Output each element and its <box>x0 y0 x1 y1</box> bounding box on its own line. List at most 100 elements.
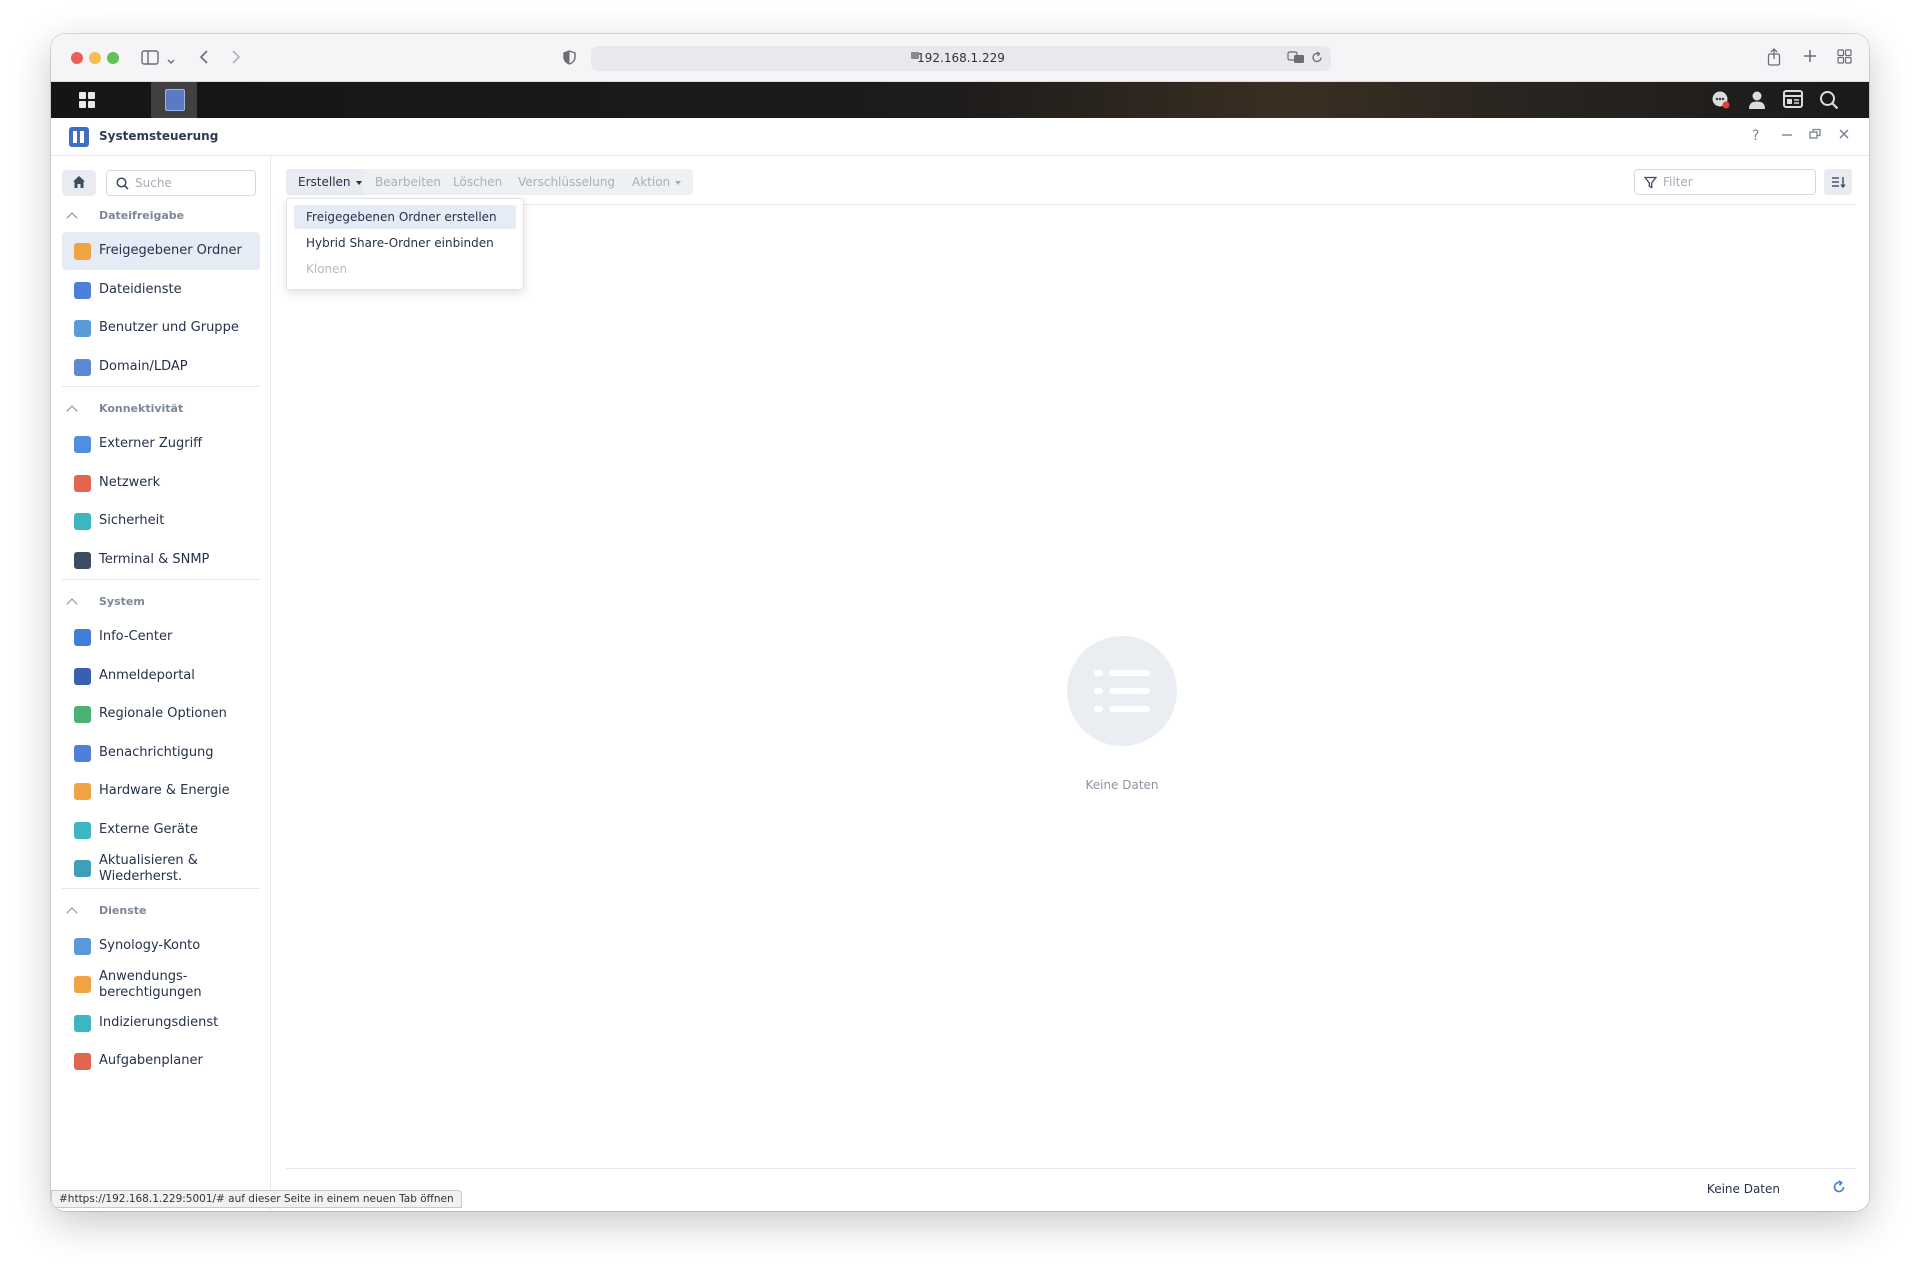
search-input[interactable] <box>135 174 250 192</box>
section-header-2[interactable]: System <box>51 594 271 614</box>
new-tab-icon[interactable] <box>1803 49 1817 66</box>
search-icon <box>116 177 129 190</box>
sidebar-item-2-3[interactable]: Benachrichtigung <box>62 734 260 772</box>
zoom-window-button[interactable] <box>107 52 119 64</box>
sidebar-item-0-3[interactable]: Domain/LDAP <box>62 348 260 386</box>
notification-icon <box>74 744 91 762</box>
close-window-button[interactable] <box>71 52 83 64</box>
sort-icon <box>1832 177 1846 189</box>
delete-label: Löschen <box>453 175 503 189</box>
sidebar-item-2-0[interactable]: Info-Center <box>62 618 260 656</box>
shield-icon <box>74 513 91 530</box>
sidebar-item-label: Anmeldeportal <box>99 667 195 683</box>
search-icon[interactable] <box>1819 90 1839 110</box>
menu-item-mount-hybrid-share[interactable]: Hybrid Share-Ordner einbinden <box>294 231 516 255</box>
sidebar-item-3-0[interactable]: Synology-Konto <box>62 927 260 965</box>
sort-button[interactable] <box>1824 169 1852 195</box>
sidebar-item-label: Benutzer und Gruppe <box>99 320 239 335</box>
create-button[interactable]: Erstellen <box>286 169 374 195</box>
back-icon[interactable] <box>199 50 209 67</box>
sidebar-item-label: Hardware & Energie <box>99 783 230 798</box>
address-url: 192.168.1.229 <box>917 51 1005 65</box>
sidebar-item-label: Domain/LDAP <box>99 358 188 374</box>
sidebar-item-1-1[interactable]: Netzwerk <box>62 464 260 502</box>
main-content: Erstellen Bearbeiten Löschen Verschlüsse… <box>272 156 1869 1211</box>
shared-folder-icon <box>74 243 91 260</box>
browser-toolbar: 192.168.1.229 <box>51 34 1869 82</box>
sidebar-item-label: Info-Center <box>99 629 173 644</box>
address-bar[interactable]: 192.168.1.229 <box>591 46 1331 71</box>
home-button[interactable] <box>62 170 96 196</box>
section-title: Dienste <box>99 903 147 917</box>
user-group-icon <box>74 320 91 337</box>
sidebar-item-label: Regionale Optionen <box>99 706 227 721</box>
sidebar-item-3-3[interactable]: Aufgabenplaner <box>62 1042 260 1080</box>
sidebar-item-3-1[interactable]: Anwendungs-berechtigungen <box>62 965 260 1003</box>
file-services-icon <box>74 281 91 299</box>
close-icon[interactable] <box>1838 128 1850 144</box>
tab-overview-icon[interactable] <box>1837 49 1852 67</box>
footer-status: Keine Daten <box>1706 1182 1780 1196</box>
notification-chat-icon[interactable] <box>1711 90 1731 110</box>
sidebar-item-2-2[interactable]: Regionale Optionen <box>62 695 260 733</box>
sidebar-item-1-2[interactable]: Sicherheit <box>62 502 260 540</box>
section-header-0[interactable]: Dateifreigabe <box>51 208 271 228</box>
empty-state-text: Keine Daten <box>1085 778 1159 792</box>
section-header-3[interactable]: Dienste <box>51 903 271 923</box>
section-header-1[interactable]: Konnektivität <box>51 401 271 421</box>
action-button[interactable]: Aktion <box>620 169 694 195</box>
sidebar-toggle-icon[interactable] <box>141 50 159 68</box>
home-icon <box>73 176 85 188</box>
taskbar-control-panel[interactable] <box>151 82 197 118</box>
empty-list-icon <box>1067 636 1177 746</box>
restore-icon[interactable] <box>1809 128 1821 144</box>
sidebar-item-2-5[interactable]: Externe Geräte <box>62 811 260 849</box>
help-icon[interactable]: ? <box>1752 128 1759 144</box>
app-title: Systemsteuerung <box>99 129 219 143</box>
filter-box[interactable] <box>1634 169 1816 195</box>
section-divider <box>62 887 260 889</box>
external-devices-icon <box>74 821 91 839</box>
privacy-shield-icon[interactable] <box>563 50 576 68</box>
delete-button[interactable]: Löschen <box>441 169 515 195</box>
section-divider <box>62 386 260 387</box>
sidebar-item-0-1[interactable]: Dateidienste <box>62 271 260 309</box>
user-icon[interactable] <box>1747 90 1767 110</box>
share-icon[interactable] <box>1767 48 1781 69</box>
sidebar-item-2-1[interactable]: Anmeldeportal <box>62 657 260 695</box>
create-dropdown-menu: Freigegebenen Ordner erstellen Hybrid Sh… <box>286 198 524 290</box>
sidebar-search[interactable] <box>106 170 256 196</box>
filter-input[interactable] <box>1663 173 1808 191</box>
control-panel-icon <box>165 89 185 111</box>
menu-item-create-shared-folder[interactable]: Freigegebenen Ordner erstellen <box>294 205 516 229</box>
encryption-button[interactable]: Verschlüsselung <box>506 169 639 195</box>
minimize-icon[interactable] <box>1781 128 1793 144</box>
lock-icon <box>74 976 91 993</box>
sidebar-item-label: Anwendungs-berechtigungen <box>99 969 202 1000</box>
chevron-up-icon <box>66 906 78 919</box>
edit-button[interactable]: Bearbeiten <box>363 169 453 195</box>
bulb-icon <box>74 783 91 800</box>
chevron-down-icon[interactable] <box>167 52 175 68</box>
sidebar-item-3-2[interactable]: Indizierungsdienst <box>62 1004 260 1042</box>
minimize-window-button[interactable] <box>89 52 101 64</box>
sidebar-item-1-0[interactable]: Externer Zugriff <box>62 425 260 463</box>
forward-icon[interactable] <box>231 50 241 67</box>
sidebar-item-label: Aktualisieren & Wiederherst. <box>99 853 198 884</box>
sidebar-item-0-0[interactable]: Freigegebener Ordner <box>62 232 260 270</box>
widgets-icon[interactable] <box>1783 90 1803 110</box>
reload-icon[interactable] <box>1311 51 1323 67</box>
external-access-icon <box>74 436 91 453</box>
main-menu-button[interactable] <box>63 82 109 118</box>
lock-icon <box>911 52 919 59</box>
sidebar-item-2-4[interactable]: Hardware & Energie <box>62 772 260 810</box>
sidebar-item-label: Aufgabenplaner <box>99 1053 203 1068</box>
sidebar-item-1-3[interactable]: Terminal & SNMP <box>62 541 260 579</box>
menu-item-clone: Klonen <box>306 262 348 276</box>
sidebar-item-2-6[interactable]: Aktualisieren & Wiederherst. <box>62 849 260 887</box>
translate-icon[interactable] <box>1287 51 1305 67</box>
sidebar-item-0-2[interactable]: Benutzer und Gruppe <box>62 309 260 347</box>
sidebar-item-label: Benachrichtigung <box>99 744 214 760</box>
indexing-icon <box>74 1014 91 1032</box>
refresh-icon[interactable] <box>1832 1180 1846 1194</box>
